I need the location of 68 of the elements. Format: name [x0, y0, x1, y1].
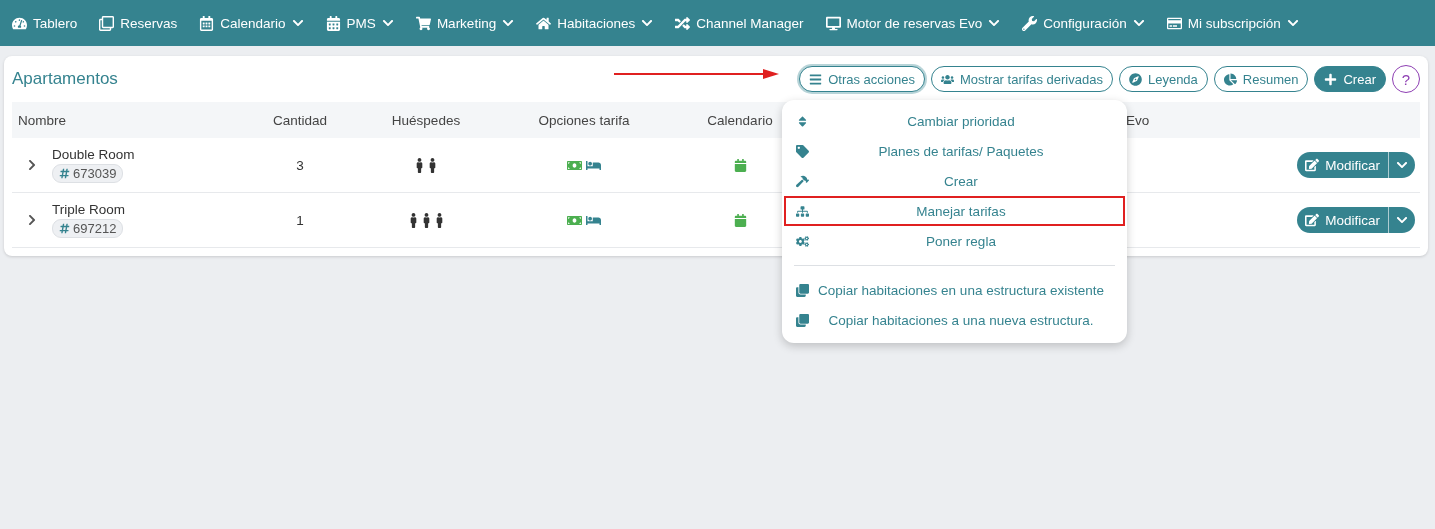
expand-chevron-icon[interactable]: [26, 214, 38, 226]
menu-item[interactable]: Cambiar prioridad: [784, 106, 1125, 136]
toolbar-button[interactable]: Leyenda: [1118, 66, 1208, 92]
help-button[interactable]: ?: [1392, 65, 1420, 93]
expand-chevron-icon[interactable]: [26, 159, 38, 171]
hash-icon: [59, 168, 70, 179]
plus-icon: [1324, 72, 1338, 86]
cart-icon: [415, 15, 431, 31]
dashboard-icon: [12, 15, 27, 31]
nav-item[interactable]: Calendario: [199, 15, 315, 31]
menu-item[interactable]: Manejar tarifas: [784, 196, 1125, 226]
column-header: Evo: [1126, 112, 1150, 128]
nav-item[interactable]: Habitaciones: [536, 15, 665, 31]
nav-item[interactable]: Tablero: [12, 15, 89, 31]
menu-item[interactable]: Copiar habitaciones a una nueva estructura.: [784, 305, 1125, 335]
tag-icon: [796, 144, 809, 158]
gears-icon: [796, 234, 809, 248]
nav-item[interactable]: Reservas: [99, 15, 189, 31]
chevron-down-icon: [1396, 214, 1408, 226]
users-icon: [940, 72, 954, 86]
nav-item[interactable]: Mi subscripción: [1166, 15, 1310, 31]
column-header: Cantidad: [272, 112, 327, 128]
hash-icon: [59, 223, 70, 234]
monitor-icon: [825, 15, 841, 31]
room-name: Double Room: [52, 147, 135, 162]
menu-item[interactable]: Copiar habitaciones en una estructura existente: [784, 275, 1125, 305]
chevron-down-icon: [1396, 159, 1408, 171]
sort-icon: [796, 114, 809, 128]
room-id-badge: 673039: [52, 164, 124, 183]
copy-icon: [796, 283, 809, 297]
nav-item[interactable]: Motor de reservas Evo: [825, 15, 1012, 31]
nav-item[interactable]: Configuración: [1022, 15, 1156, 31]
column-header: Calendario: [707, 112, 773, 128]
column-header: Nombre: [18, 112, 66, 128]
copy-icon: [796, 313, 809, 327]
panel-title: Apartamentos: [12, 69, 118, 89]
hammer-icon: [796, 174, 809, 188]
credit-card-icon: [1166, 15, 1182, 31]
menu-icon: [809, 72, 823, 86]
edit-icon: [1305, 213, 1320, 227]
calendar-icon[interactable]: [733, 213, 747, 227]
home-icon: [536, 15, 552, 31]
room-name: Triple Room: [52, 202, 126, 217]
room-id-badge: 697212: [52, 219, 124, 238]
pie-chart-icon: [1223, 72, 1237, 86]
edit-icon: [1305, 158, 1320, 172]
nav-item[interactable]: Channel Manager: [675, 15, 815, 31]
calendar-icon: [325, 15, 341, 31]
toolbar-button[interactable]: Resumen: [1213, 66, 1309, 92]
menu-item[interactable]: Poner regla: [784, 226, 1125, 256]
menu-item[interactable]: Crear: [784, 166, 1125, 196]
wrench-icon: [1022, 15, 1038, 31]
cards-icon: [99, 15, 115, 31]
quantity-cell-text: 1: [295, 212, 305, 228]
nav-item[interactable]: PMS: [325, 15, 405, 31]
compass-icon: [1128, 72, 1142, 86]
shuffle-icon: [675, 15, 691, 31]
column-header: Huéspedes: [391, 112, 461, 128]
sitemap-icon: [796, 204, 809, 218]
toolbar-button[interactable]: Crear: [1314, 66, 1386, 92]
quantity-cell-text: 3: [295, 157, 305, 173]
toolbar-button[interactable]: Mostrar tarifas derivadas: [930, 66, 1113, 92]
column-header: Opciones tarifa: [538, 112, 630, 128]
nav-item[interactable]: Marketing: [415, 15, 526, 31]
calendar-icon[interactable]: [733, 158, 747, 172]
calendar-icon: [199, 15, 215, 31]
menu-item[interactable]: Planes de tarifas/ Paquetes: [784, 136, 1125, 166]
toolbar-button[interactable]: Otras acciones: [799, 66, 925, 92]
